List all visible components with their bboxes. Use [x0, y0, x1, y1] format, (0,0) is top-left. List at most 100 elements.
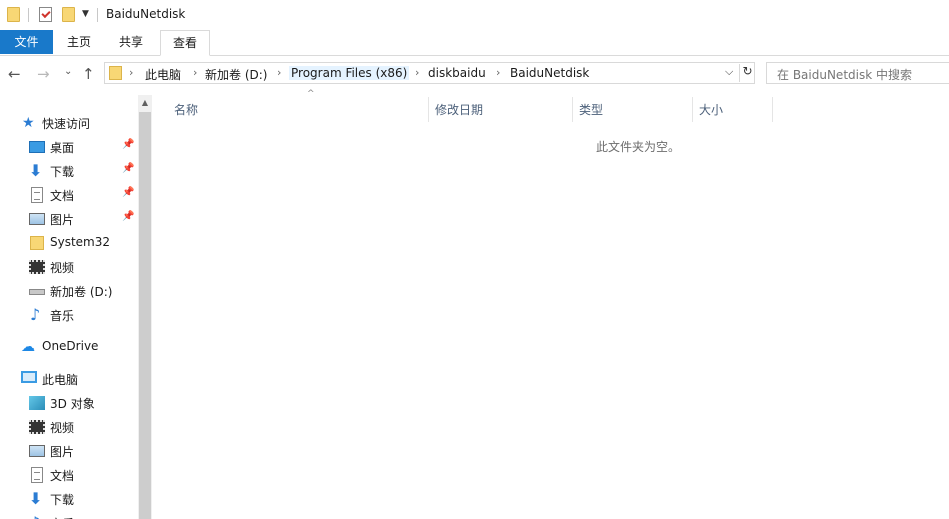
- address-bar[interactable]: › 此电脑 › 新加卷 (D:) › Program Files (x86) ›…: [104, 62, 755, 84]
- sidebar-item-label: 图片: [50, 445, 75, 459]
- desktop-icon: [29, 141, 45, 153]
- sidebar-item-label: 此电脑: [42, 373, 79, 387]
- sidebar-item-label: 快速访问: [42, 117, 91, 131]
- pictures-icon: [29, 445, 45, 457]
- back-arrow-icon[interactable]: ←: [8, 65, 21, 83]
- breadcrumb-chevron-icon[interactable]: ›: [277, 66, 281, 79]
- pin-icon[interactable]: 📌: [122, 163, 134, 174]
- address-history-dropdown-icon[interactable]: ⌵: [725, 65, 733, 79]
- title-bar: ▼ BaiduNetdisk: [0, 0, 949, 30]
- sidebar-item-downloads[interactable]: ⬇ 下载 📌: [0, 159, 138, 183]
- forward-arrow-icon[interactable]: →: [37, 65, 50, 83]
- pin-icon[interactable]: 📌: [122, 139, 134, 150]
- column-header-name[interactable]: ^ 名称: [168, 89, 429, 122]
- sidebar-item-label: 下载: [50, 493, 75, 507]
- documents-icon: [31, 187, 43, 203]
- sidebar-item-label: 视频: [50, 261, 75, 275]
- folder-icon: [30, 236, 44, 250]
- star-icon: ★: [22, 115, 35, 131]
- sidebar-item-music[interactable]: ♪ 音乐: [0, 303, 138, 327]
- refresh-icon[interactable]: ↻: [739, 64, 755, 82]
- breadcrumb-program-files[interactable]: Program Files (x86): [289, 66, 410, 80]
- sidebar-item-label: 音乐: [50, 515, 74, 519]
- breadcrumb-drive-d[interactable]: 新加卷 (D:): [205, 66, 267, 83]
- recent-locations-chevron-icon[interactable]: ⌄: [64, 66, 72, 77]
- new-folder-icon[interactable]: [62, 7, 75, 22]
- onedrive-cloud-icon: ☁: [21, 339, 35, 355]
- breadcrumb-this-pc[interactable]: 此电脑: [145, 66, 181, 83]
- music-icon: ♪: [30, 515, 46, 519]
- sidebar-item-3d-objects[interactable]: 3D 对象: [0, 391, 138, 415]
- breadcrumb-baidunetdisk[interactable]: BaiduNetdisk: [510, 66, 589, 80]
- documents-icon: [31, 467, 43, 483]
- pin-icon[interactable]: 📌: [122, 211, 134, 222]
- sidebar-item-pc-videos[interactable]: 视频: [0, 415, 138, 439]
- sidebar-item-label: 文档: [50, 469, 75, 483]
- download-icon: ⬇: [29, 489, 43, 508]
- sidebar-item-label: 新加卷 (D:): [50, 285, 113, 299]
- sidebar-item-pc-documents[interactable]: 文档: [0, 463, 138, 487]
- sidebar-item-label: 音乐: [50, 309, 75, 323]
- videos-icon: [29, 260, 45, 274]
- tab-share[interactable]: 共享: [108, 30, 154, 55]
- column-header-type[interactable]: 类型: [573, 95, 693, 122]
- sidebar-item-this-pc[interactable]: 此电脑: [0, 367, 138, 391]
- sidebar-item-label: OneDrive: [42, 339, 99, 353]
- navigation-pane: ★ 快速访问 桌面 📌 ⬇ 下载 📌 文档 📌 图片 📌 System32 视频…: [0, 95, 152, 519]
- empty-folder-message: 此文件夹为空。: [596, 140, 681, 154]
- sidebar-item-label: 桌面: [50, 141, 75, 155]
- window-title: BaiduNetdisk: [106, 7, 186, 21]
- breadcrumb-diskbaidu[interactable]: diskbaidu: [428, 66, 486, 80]
- sidebar-item-pc-downloads[interactable]: ⬇ 下载: [0, 487, 138, 511]
- download-icon: ⬇: [29, 161, 43, 180]
- sidebar-item-system32[interactable]: System32: [0, 231, 138, 255]
- music-icon: ♪: [30, 305, 41, 324]
- sidebar-item-drive-d[interactable]: 新加卷 (D:): [0, 279, 138, 303]
- sidebar-item-label: System32: [50, 235, 111, 249]
- sidebar-scrollbar[interactable]: ▲: [138, 95, 152, 519]
- sidebar-item-pictures[interactable]: 图片 📌: [0, 207, 138, 231]
- sort-ascending-icon: ^: [307, 89, 315, 99]
- sidebar-item-onedrive[interactable]: ☁ OneDrive: [0, 335, 138, 359]
- up-arrow-icon[interactable]: ↑: [82, 65, 95, 83]
- toolbar-separator: [28, 8, 29, 22]
- tab-file[interactable]: 文件: [0, 30, 53, 54]
- pin-icon[interactable]: 📌: [122, 187, 134, 198]
- breadcrumb-chevron-icon[interactable]: ›: [193, 66, 197, 79]
- tab-view[interactable]: 查看: [160, 30, 210, 56]
- sidebar-item-videos[interactable]: 视频: [0, 255, 138, 279]
- breadcrumb-chevron-icon[interactable]: ›: [415, 66, 419, 79]
- file-list[interactable]: ^ 名称 修改日期 类型 大小 此文件夹为空。: [153, 89, 949, 519]
- search-input[interactable]: 在 BaiduNetdisk 中搜索: [766, 62, 949, 84]
- ribbon-tabs: 文件 主页 共享 查看: [0, 30, 949, 56]
- 3d-objects-icon: [29, 396, 45, 410]
- drive-icon: [29, 289, 45, 295]
- address-row: ← → ⌄ ↑ › 此电脑 › 新加卷 (D:) › Program Files…: [0, 56, 949, 92]
- breadcrumb-chevron-icon[interactable]: ›: [496, 66, 500, 79]
- pictures-icon: [29, 213, 45, 225]
- sidebar-item-label: 图片: [50, 213, 75, 227]
- breadcrumb-chevron-icon[interactable]: ›: [129, 66, 133, 79]
- scroll-up-arrow-icon[interactable]: ▲: [138, 95, 152, 111]
- sidebar-item-label: 视频: [50, 421, 75, 435]
- tab-home[interactable]: 主页: [56, 30, 102, 55]
- sidebar-item-label: 3D 对象: [50, 397, 95, 411]
- folder-icon: [7, 7, 20, 22]
- sidebar-item-pc-pictures[interactable]: 图片: [0, 439, 138, 463]
- sidebar-item-label: 文档: [50, 189, 75, 203]
- sidebar-item-documents[interactable]: 文档 📌: [0, 183, 138, 207]
- column-header-date-modified[interactable]: 修改日期: [429, 95, 573, 122]
- column-divider[interactable]: [772, 97, 773, 122]
- computer-icon: [21, 371, 37, 383]
- videos-icon: [29, 420, 45, 434]
- scrollbar-thumb[interactable]: [139, 112, 151, 519]
- properties-icon[interactable]: [39, 7, 52, 22]
- customize-toolbar-dropdown-icon[interactable]: ▼: [82, 9, 89, 19]
- sidebar-item-label: 下载: [50, 165, 75, 179]
- sidebar-item-pc-music[interactable]: ♪ 音乐: [0, 511, 138, 519]
- toolbar-separator: [97, 8, 98, 22]
- sidebar-item-quick-access[interactable]: ★ 快速访问: [0, 111, 138, 135]
- folder-icon: [109, 66, 122, 80]
- sidebar-item-desktop[interactable]: 桌面 📌: [0, 135, 138, 159]
- column-header-size[interactable]: 大小: [693, 95, 773, 122]
